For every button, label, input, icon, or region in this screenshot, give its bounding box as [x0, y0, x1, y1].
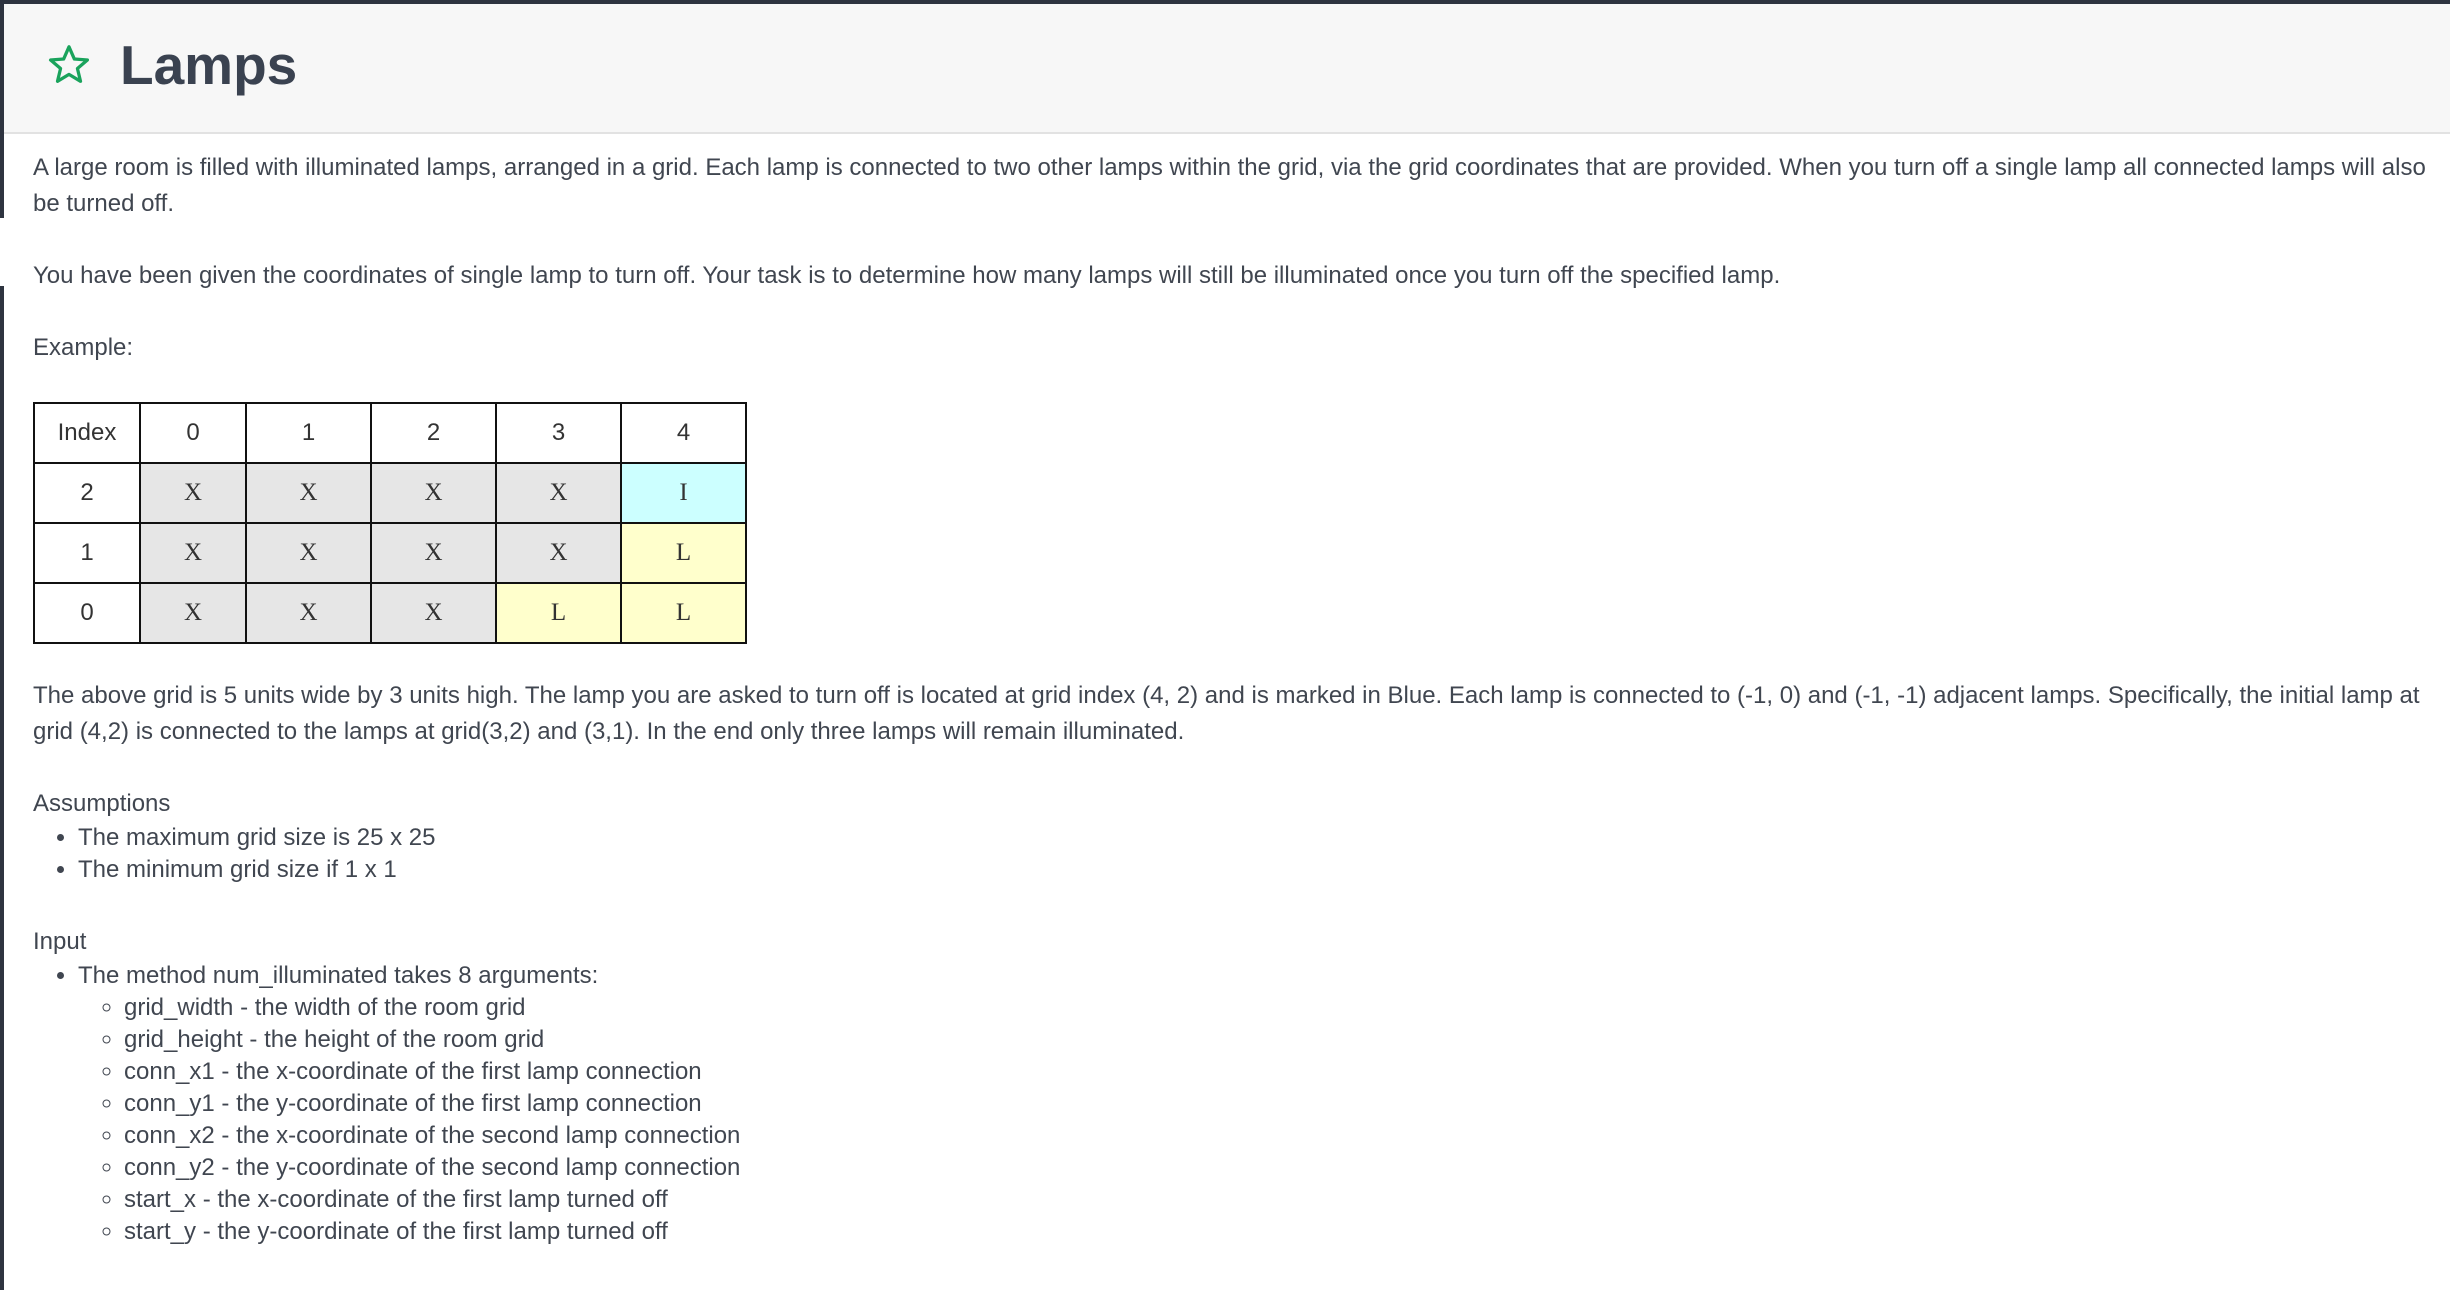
lamp-cell-start: I — [620, 462, 747, 524]
lamp-cell-lit: L — [620, 522, 747, 584]
argument-item: conn_y2 - the y-coordinate of the second… — [124, 1152, 2428, 1184]
lamp-cell-lit: L — [620, 582, 747, 644]
example-label: Example: — [33, 334, 134, 361]
row-index-cell: 1 — [33, 522, 141, 584]
arguments-list: grid_width - the width of the room grid … — [78, 992, 2428, 1248]
page-title: Lamps — [120, 34, 298, 96]
argument-item: grid_width - the width of the room grid — [124, 992, 2428, 1024]
table-header-cell: Index — [33, 402, 141, 464]
window-frame-left — [0, 0, 4, 1290]
row-index-cell: 0 — [33, 582, 141, 644]
input-list: The method num_illuminated takes 8 argum… — [33, 960, 2428, 1248]
lamp-cell: X — [370, 582, 497, 644]
argument-item: conn_x2 - the x-coordinate of the second… — [124, 1120, 2428, 1152]
lamp-cell: X — [139, 462, 247, 524]
argument-item: start_y - the y-coordinate of the first … — [124, 1216, 2428, 1248]
lamp-cell: X — [245, 522, 372, 584]
table-row: 1 X X X X L — [33, 522, 747, 584]
intro-paragraph-1: A large room is filled with illuminated … — [33, 154, 2426, 217]
table-header-cell: 1 — [245, 402, 372, 464]
list-item: The minimum grid size if 1 x 1 — [78, 854, 2428, 886]
lamp-cell: X — [139, 522, 247, 584]
lamp-cell-lit: L — [495, 582, 622, 644]
lamp-cell: X — [245, 462, 372, 524]
table-header-cell: 0 — [139, 402, 247, 464]
method-description: The method num_illuminated takes 8 argum… — [78, 962, 599, 989]
table-header-cell: 2 — [370, 402, 497, 464]
argument-item: conn_y1 - the y-coordinate of the first … — [124, 1088, 2428, 1120]
assumptions-list: The maximum grid size is 25 x 25 The min… — [33, 822, 2428, 886]
row-index-cell: 2 — [33, 462, 141, 524]
star-icon[interactable] — [46, 42, 92, 88]
explanation-paragraph: The above grid is 5 units wide by 3 unit… — [33, 682, 2420, 745]
argument-item: start_x - the x-coordinate of the first … — [124, 1184, 2428, 1216]
table-row: 2 X X X X I — [33, 462, 747, 524]
lamp-cell: X — [370, 462, 497, 524]
problem-description: A large room is filled with illuminated … — [33, 150, 2428, 1248]
argument-item: grid_height - the height of the room gri… — [124, 1024, 2428, 1056]
table-row: 0 X X X L L — [33, 582, 747, 644]
assumptions-heading: Assumptions — [33, 790, 171, 817]
table-header-row: Index 0 1 2 3 4 — [33, 402, 747, 464]
argument-item: conn_x1 - the x-coordinate of the first … — [124, 1056, 2428, 1088]
input-heading: Input — [33, 928, 87, 955]
table-header-cell: 3 — [495, 402, 622, 464]
list-item: The maximum grid size is 25 x 25 — [78, 822, 2428, 854]
example-grid-table: Index 0 1 2 3 4 2 X X X X I 1 X X X X L … — [33, 402, 747, 644]
list-item: The method num_illuminated takes 8 argum… — [78, 960, 2428, 1248]
table-header-cell: 4 — [620, 402, 747, 464]
lamp-cell: X — [495, 462, 622, 524]
window-frame-gap — [0, 218, 4, 286]
lamp-cell: X — [495, 522, 622, 584]
page-header: Lamps — [4, 4, 2450, 134]
lamp-cell: X — [245, 582, 372, 644]
lamp-cell: X — [370, 522, 497, 584]
lamp-cell: X — [139, 582, 247, 644]
intro-paragraph-2: You have been given the coordinates of s… — [33, 262, 1781, 289]
